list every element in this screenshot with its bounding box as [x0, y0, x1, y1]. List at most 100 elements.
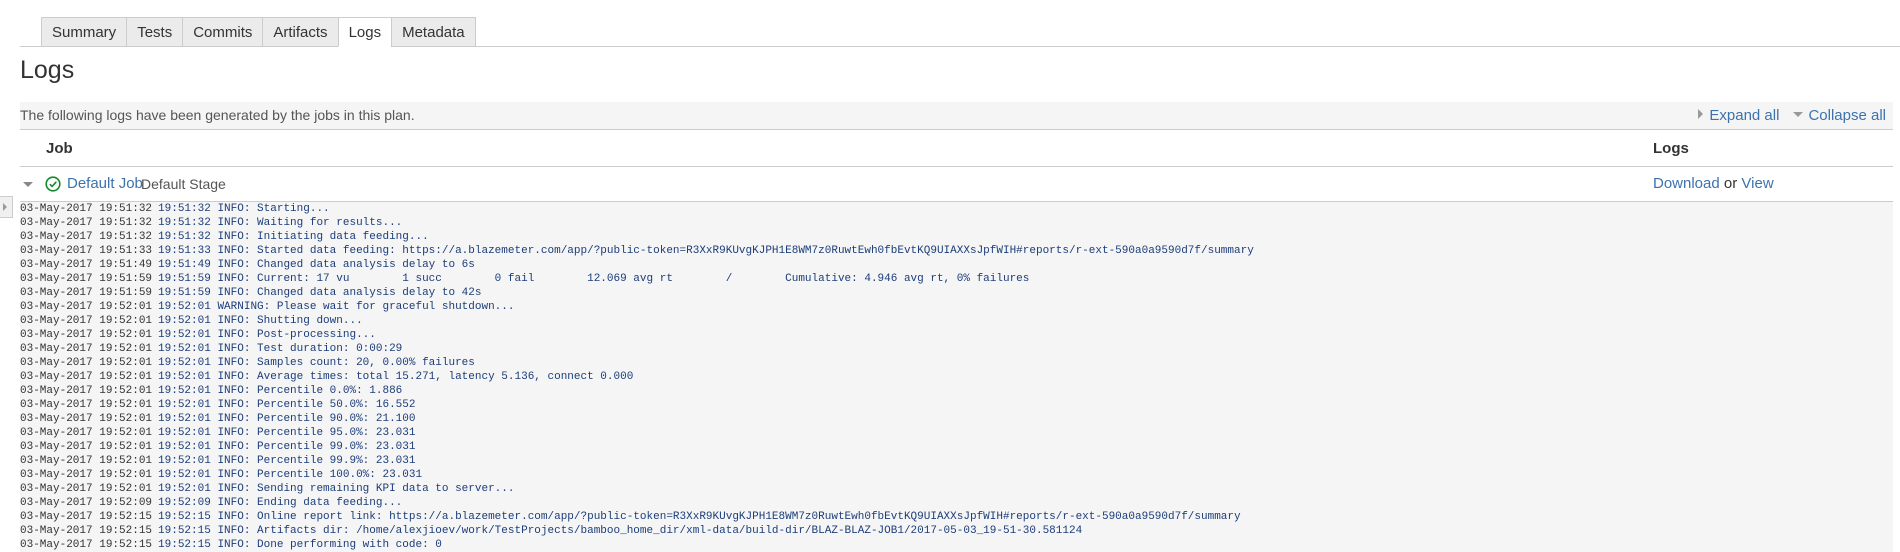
- log-line: 03-May-2017 19:52:01 19:52:01 INFO: Perce…: [20, 384, 1893, 398]
- log-message: 19:52:15 INFO: Online report link: https…: [158, 511, 1241, 523]
- column-header-logs: Logs: [1653, 140, 1689, 157]
- page-title: Logs: [20, 56, 75, 84]
- tab-logs[interactable]: Logs: [337, 17, 392, 47]
- log-message: 19:52:01 INFO: Percentile 95.0%: 23.031: [158, 427, 416, 439]
- log-timestamp: 03-May-2017 19:52:01: [20, 315, 153, 327]
- log-timestamp: 03-May-2017 19:52:01: [20, 399, 153, 411]
- log-message: 19:52:01 INFO: Percentile 90.0%: 21.100: [158, 413, 416, 425]
- log-line: 03-May-2017 19:52:01 19:52:01 INFO: Perce…: [20, 426, 1893, 440]
- column-header-job: Job: [46, 140, 73, 157]
- log-timestamp: 03-May-2017 19:52:15: [20, 539, 153, 551]
- log-line: 03-May-2017 19:52:01 19:52:01 INFO: Avera…: [20, 370, 1893, 384]
- log-timestamp: 03-May-2017 19:52:15: [20, 511, 153, 523]
- log-message: 19:51:59 INFO: Current: 17 vu 1 succ 0 f…: [158, 273, 1030, 285]
- log-message: 19:52:01 WARNING: Please wait for gracef…: [158, 301, 515, 313]
- log-timestamp: 03-May-2017 19:52:01: [20, 385, 153, 397]
- log-line: 03-May-2017 19:52:01 19:52:01 INFO: Perce…: [20, 412, 1893, 426]
- log-message: 19:52:01 INFO: Percentile 99.0%: 23.031: [158, 441, 416, 453]
- log-message: 19:51:32 INFO: Starting...: [158, 203, 330, 215]
- log-line: 03-May-2017 19:51:33 19:51:33 INFO: Start…: [20, 244, 1893, 258]
- log-line: 03-May-2017 19:51:59 19:51:59 INFO: Curre…: [20, 272, 1893, 286]
- log-line: 03-May-2017 19:51:32 19:51:32 INFO: Start…: [20, 202, 1893, 216]
- log-message: 19:52:15 INFO: Done performing with code…: [158, 539, 442, 551]
- log-line: 03-May-2017 19:51:59 19:51:59 INFO: Chang…: [20, 286, 1893, 300]
- log-line: 03-May-2017 19:52:15 19:52:15 INFO: Onlin…: [20, 510, 1893, 524]
- job-row: Default Job Default Stage Download or Vi…: [20, 167, 1893, 202]
- expand-collapse-controls: Expand all Collapse all: [1698, 107, 1886, 124]
- log-message: 19:52:01 INFO: Shutting down...: [158, 315, 363, 327]
- log-line: 03-May-2017 19:52:01 19:52:01 INFO: Perce…: [20, 398, 1893, 412]
- log-message: 19:51:33 INFO: Started data feeding: htt…: [158, 245, 1254, 257]
- log-timestamp: 03-May-2017 19:51:32: [20, 203, 153, 215]
- table-header: Job Logs: [20, 130, 1893, 167]
- log-line: 03-May-2017 19:52:01 19:52:01 INFO: Perce…: [20, 454, 1893, 468]
- log-message: 19:52:15 INFO: Artifacts dir: /home/alex…: [158, 525, 1083, 537]
- log-message: 19:51:49 INFO: Changed data analysis del…: [158, 259, 475, 271]
- log-message: 19:52:01 INFO: Average times: total 15.2…: [158, 371, 634, 383]
- log-timestamp: 03-May-2017 19:51:32: [20, 217, 153, 229]
- log-line: 03-May-2017 19:51:49 19:51:49 INFO: Chang…: [20, 258, 1893, 272]
- log-line: 03-May-2017 19:51:32 19:51:32 INFO: Waiti…: [20, 216, 1893, 230]
- log-timestamp: 03-May-2017 19:51:49: [20, 259, 153, 271]
- expand-arrow-icon: [1698, 109, 1704, 120]
- log-line: 03-May-2017 19:52:01 19:52:01 INFO: Test …: [20, 342, 1893, 356]
- log-message: 19:52:01 INFO: Sending remaining KPI dat…: [158, 483, 515, 495]
- log-message: 19:51:59 INFO: Changed data analysis del…: [158, 287, 482, 299]
- log-line: 03-May-2017 19:52:01 19:52:01 WARNING: Pl…: [20, 300, 1893, 314]
- tab-metadata[interactable]: Metadata: [391, 17, 476, 47]
- log-timestamp: 03-May-2017 19:52:01: [20, 441, 153, 453]
- log-line: 03-May-2017 19:52:01 19:52:01 INFO: Sampl…: [20, 356, 1893, 370]
- log-message: 19:51:32 INFO: Waiting for results...: [158, 217, 403, 229]
- log-line: 03-May-2017 19:52:01 19:52:01 INFO: Perce…: [20, 440, 1893, 454]
- sidebar-expand-handle[interactable]: [0, 196, 13, 218]
- log-message: 19:52:01 INFO: Percentile 100.0%: 23.031: [158, 469, 423, 481]
- tab-tests[interactable]: Tests: [126, 17, 183, 47]
- log-message: 19:52:01 INFO: Test duration: 0:00:29: [158, 343, 403, 355]
- log-line: 03-May-2017 19:52:01 19:52:01 INFO: Sendi…: [20, 482, 1893, 496]
- collapse-arrow-icon: [1793, 111, 1804, 117]
- log-message: 19:52:01 INFO: Samples count: 20, 0.00% …: [158, 357, 475, 369]
- log-timestamp: 03-May-2017 19:52:01: [20, 455, 153, 467]
- tab-artifacts[interactable]: Artifacts: [262, 17, 338, 47]
- view-log-link[interactable]: View: [1741, 175, 1773, 192]
- download-log-link[interactable]: Download: [1653, 175, 1720, 192]
- log-message: 19:52:01 INFO: Post-processing...: [158, 329, 376, 341]
- log-message: 19:52:01 INFO: Percentile 99.9%: 23.031: [158, 455, 416, 467]
- or-text: or: [1723, 175, 1738, 192]
- log-message: 19:52:09 INFO: Ending data feeding...: [158, 497, 403, 509]
- log-timestamp: 03-May-2017 19:52:01: [20, 343, 153, 355]
- log-timestamp: 03-May-2017 19:52:15: [20, 525, 153, 537]
- tab-summary[interactable]: Summary: [41, 17, 127, 47]
- tab-bar: Summary Tests Commits Artifacts Logs Met…: [20, 17, 1900, 47]
- log-line: 03-May-2017 19:51:32 19:51:32 INFO: Initi…: [20, 230, 1893, 244]
- log-line: 03-May-2017 19:52:15 19:52:15 INFO: Done …: [20, 538, 1893, 552]
- log-timestamp: 03-May-2017 19:52:01: [20, 357, 153, 369]
- log-message: 19:51:32 INFO: Initiating data feeding..…: [158, 231, 429, 243]
- log-timestamp: 03-May-2017 19:52:01: [20, 427, 153, 439]
- log-timestamp: 03-May-2017 19:52:01: [20, 329, 153, 341]
- log-message: 19:52:01 INFO: Percentile 0.0%: 1.886: [158, 385, 403, 397]
- log-timestamp: 03-May-2017 19:52:09: [20, 497, 153, 509]
- tab-commits[interactable]: Commits: [182, 17, 263, 47]
- log-timestamp: 03-May-2017 19:52:01: [20, 469, 153, 481]
- description-text: The following logs have been generated b…: [20, 107, 415, 123]
- stage-label: Default Stage: [141, 176, 226, 192]
- log-line: 03-May-2017 19:52:15 19:52:15 INFO: Artif…: [20, 524, 1893, 538]
- log-timestamp: 03-May-2017 19:52:01: [20, 483, 153, 495]
- collapse-row-toggle-icon[interactable]: [23, 182, 33, 187]
- log-line: 03-May-2017 19:52:01 19:52:01 INFO: Post-…: [20, 328, 1893, 342]
- collapse-all-link[interactable]: Collapse all: [1808, 107, 1886, 124]
- log-message: 19:52:01 INFO: Percentile 50.0%: 16.552: [158, 399, 416, 411]
- log-timestamp: 03-May-2017 19:52:01: [20, 371, 153, 383]
- log-timestamp: 03-May-2017 19:51:59: [20, 273, 153, 285]
- description-bar: The following logs have been generated b…: [20, 102, 1893, 130]
- log-timestamp: 03-May-2017 19:51:33: [20, 245, 153, 257]
- log-line: 03-May-2017 19:52:01 19:52:01 INFO: Shutt…: [20, 314, 1893, 328]
- log-line: 03-May-2017 19:52:01 19:52:01 INFO: Perce…: [20, 468, 1893, 482]
- log-output: 03-May-2017 19:51:32 19:51:32 INFO: Start…: [20, 202, 1893, 552]
- job-name-link[interactable]: Default Job: [67, 175, 143, 192]
- expand-all-link[interactable]: Expand all: [1709, 107, 1779, 124]
- log-timestamp: 03-May-2017 19:52:01: [20, 413, 153, 425]
- log-line: 03-May-2017 19:52:09 19:52:09 INFO: Endin…: [20, 496, 1893, 510]
- log-timestamp: 03-May-2017 19:51:59: [20, 287, 153, 299]
